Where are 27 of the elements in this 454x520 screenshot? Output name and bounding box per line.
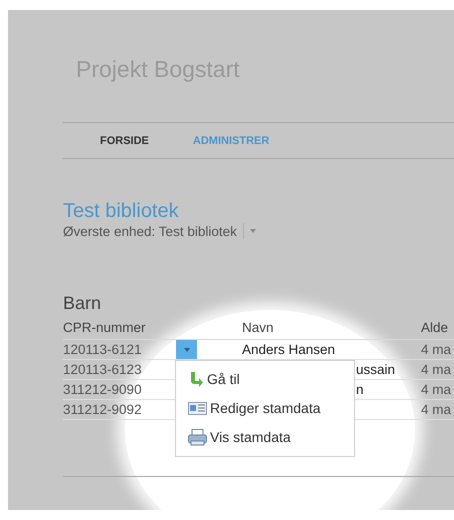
table-cell: 4 ma	[421, 380, 454, 400]
arrow-icon	[188, 371, 204, 388]
dropdown-caret-icon[interactable]	[250, 229, 256, 233]
table-cell: 311212-9092	[63, 400, 175, 420]
table-cell: Anders Hansen	[242, 342, 336, 357]
table-cell: 120113-6121	[63, 340, 175, 360]
nav-tab[interactable]: FORSIDE	[100, 134, 149, 146]
row-menu-button[interactable]	[176, 340, 197, 359]
id-card-icon	[188, 402, 207, 415]
printer-icon	[188, 429, 207, 446]
table-cell: 311212-9090	[63, 380, 175, 400]
column-header: Alde	[421, 320, 454, 340]
menu-item[interactable]: Gå til	[176, 367, 354, 392]
section-title: Barn	[63, 293, 102, 314]
unit-label: Øverste enhed: Test bibliotek	[63, 224, 237, 238]
table-cell: 4 ma	[421, 400, 454, 420]
table-cell: 120113-6123	[63, 360, 175, 380]
page-heading: Test bibliotek	[63, 200, 180, 223]
column-header: CPR-nummer	[63, 320, 175, 340]
table-cell: 4 ma	[421, 360, 454, 380]
table-cell: 4 ma	[421, 340, 454, 360]
column-header: Navn	[242, 320, 421, 340]
table-cell: n	[356, 382, 364, 397]
menu-item[interactable]: Vis stamdata	[176, 425, 354, 450]
table-cell: ussain	[356, 362, 396, 377]
caret-icon	[184, 348, 190, 352]
menu-item[interactable]: Rediger stamdata	[176, 396, 354, 421]
